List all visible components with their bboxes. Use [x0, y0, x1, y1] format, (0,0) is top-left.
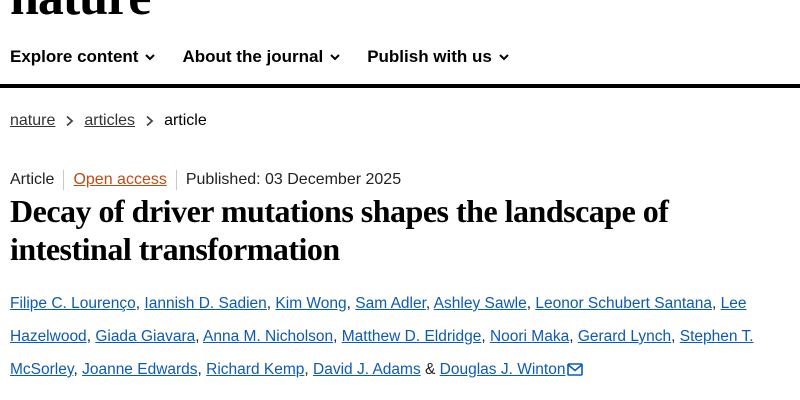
author-link[interactable]: Richard Kemp	[206, 361, 304, 378]
published-date: Published: 03 December 2025	[185, 171, 402, 188]
mail-icon[interactable]	[567, 363, 584, 376]
header-divider	[0, 84, 800, 88]
chevron-right-icon	[65, 115, 74, 127]
author-link[interactable]: David J. Adams	[313, 361, 421, 378]
nav-explore-content-label: Explore content	[10, 47, 139, 66]
chevron-right-icon	[145, 115, 154, 127]
nav-publish-with-us[interactable]: Publish with us	[367, 47, 510, 67]
author-link[interactable]: Gerard Lynch	[578, 328, 671, 345]
author-link[interactable]: Matthew D. Eldridge	[342, 328, 482, 345]
chevron-down-icon	[145, 54, 156, 61]
nav-about-the-journal-label: About the journal	[182, 47, 324, 66]
breadcrumb-articles[interactable]: articles	[84, 112, 135, 130]
nav-explore-content[interactable]: Explore content	[10, 47, 156, 67]
author-link[interactable]: Joanne Edwards	[82, 361, 197, 378]
chevron-down-icon	[330, 54, 340, 61]
article-title: Decay of driver mutations shapes the lan…	[10, 193, 669, 267]
author-link[interactable]: Ashley Sawle	[434, 295, 527, 312]
meta-divider	[175, 170, 177, 190]
chevron-down-icon	[499, 54, 509, 61]
author-link[interactable]: Giada Giavara	[95, 328, 195, 345]
author-link[interactable]: Iannish D. Sadien	[144, 295, 266, 312]
author-link[interactable]: Anna M. Nicholson	[203, 328, 333, 345]
author-link[interactable]: Sam Adler	[355, 295, 426, 312]
open-access-link[interactable]: Open access	[73, 171, 166, 189]
nature-logo[interactable]: nature	[10, 0, 151, 24]
author-link[interactable]: Leonor Schubert Santana	[535, 295, 712, 312]
nav-publish-with-us-label: Publish with us	[367, 47, 492, 66]
author-connector: &	[425, 361, 436, 378]
article-meta: Article Open access Published: 03 Decemb…	[10, 170, 401, 190]
article-type: Article	[10, 171, 55, 188]
nav-about-the-journal[interactable]: About the journal	[182, 47, 341, 67]
author-link[interactable]: Noori Maka	[490, 328, 569, 345]
meta-divider	[63, 170, 65, 190]
author-link[interactable]: Filipe C. Lourenço	[10, 295, 136, 312]
author-link[interactable]: Kim Wong	[275, 295, 346, 312]
breadcrumb-nature[interactable]: nature	[10, 112, 55, 130]
author-link[interactable]: Douglas J. Winton	[440, 361, 566, 378]
main-nav: Explore content About the journal Publis…	[10, 46, 510, 68]
breadcrumb: nature articles article	[10, 112, 207, 130]
author-list: Filipe C. Lourenço, Iannish D. Sadien, K…	[10, 295, 754, 378]
breadcrumb-current: article	[164, 112, 207, 129]
